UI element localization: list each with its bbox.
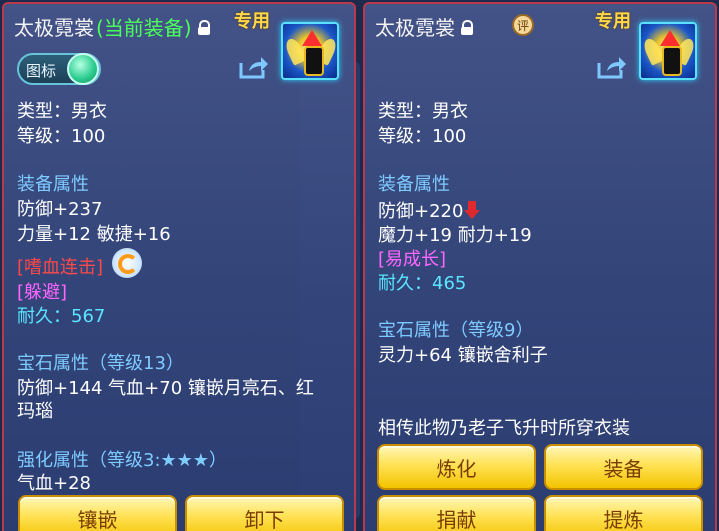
equip-attr-header: 装备属性 <box>17 174 89 195</box>
special-effect: [易成长] <box>378 249 447 270</box>
current-equipment-tooltip: 太极霓裳 (当前装备) 专用 图标 类型：男衣 等级：100 装备属性 防御+2… <box>2 2 356 531</box>
gem-attr-header: 宝石属性（等级13） <box>17 353 184 374</box>
rate-badge[interactable]: 评 <box>512 14 534 36</box>
equip-button[interactable]: 装备 <box>544 444 703 490</box>
equip-attr-header: 装备属性 <box>378 174 450 195</box>
refresh-icon[interactable] <box>112 248 142 278</box>
extract-button[interactable]: 提炼 <box>544 495 703 531</box>
defense-stat: 防御+220 <box>378 201 481 223</box>
special-skill: [嗜血连击] <box>17 257 104 278</box>
share-icon[interactable] <box>597 55 627 79</box>
toggle-knob <box>67 53 99 85</box>
special-effect: [躲避] <box>17 282 68 303</box>
attribute-stats: 魔力+19 耐力+19 <box>378 225 532 246</box>
item-type: 类型：男衣 <box>17 101 107 122</box>
enhance-attr-line: 气血+28 <box>17 473 91 494</box>
equipped-tag: (当前装备) <box>96 16 192 40</box>
item-name: 太极霓裳 <box>375 16 455 40</box>
item-type: 类型：男衣 <box>378 101 468 122</box>
gem-attr-header: 宝石属性（等级9） <box>378 320 534 341</box>
special-label: 专用 <box>234 11 270 32</box>
toggle-label: 图标 <box>26 62 57 80</box>
unequip-button[interactable]: 卸下 <box>185 495 344 531</box>
inlay-button[interactable]: 镶嵌 <box>18 495 177 531</box>
item-title: 太极霓裳 (当前装备) <box>14 12 210 41</box>
durability: 耐久：567 <box>17 306 105 328</box>
durability-label: 耐久： <box>17 306 71 327</box>
durability: 耐久：465 <box>378 273 466 295</box>
special-label: 专用 <box>595 11 631 32</box>
item-icon[interactable] <box>639 22 697 80</box>
durability-value: 567 <box>71 306 106 327</box>
enhance-attr-header: 强化属性（等级3:★★★） <box>17 450 227 471</box>
defense-stat: 防御+237 <box>17 199 103 220</box>
item-icon[interactable] <box>281 22 339 80</box>
gem-attr-line-cont: 玛瑙 <box>17 401 53 422</box>
attribute-stats: 力量+12 敏捷+16 <box>17 224 171 245</box>
item-level: 等级：100 <box>378 126 467 147</box>
share-icon[interactable] <box>239 55 269 79</box>
refine-button[interactable]: 炼化 <box>377 444 536 490</box>
lock-icon[interactable] <box>197 19 210 35</box>
lock-icon[interactable] <box>461 19 473 35</box>
gem-attr-line: 防御+144 气血+70 镶嵌月亮石、红 <box>17 378 314 399</box>
icon-toggle[interactable]: 图标 <box>17 53 101 85</box>
item-title: 太极霓裳 <box>375 12 473 41</box>
durability-value: 465 <box>432 273 467 294</box>
item-name: 太极霓裳 <box>14 16 94 40</box>
down-arrow-icon <box>464 201 481 219</box>
compare-equipment-tooltip: 太极霓裳 评 专用 类型：男衣 等级：100 装备属性 防御+220 魔力+19… <box>363 2 717 531</box>
defense-value: 防御+220 <box>378 201 464 222</box>
donate-button[interactable]: 捐献 <box>377 495 536 531</box>
gem-attr-line: 灵力+64 镶嵌舍利子 <box>378 345 548 366</box>
durability-label: 耐久： <box>378 273 432 294</box>
item-description: 相传此物乃老子飞升时所穿衣装 <box>378 418 630 439</box>
item-level: 等级：100 <box>17 126 106 147</box>
